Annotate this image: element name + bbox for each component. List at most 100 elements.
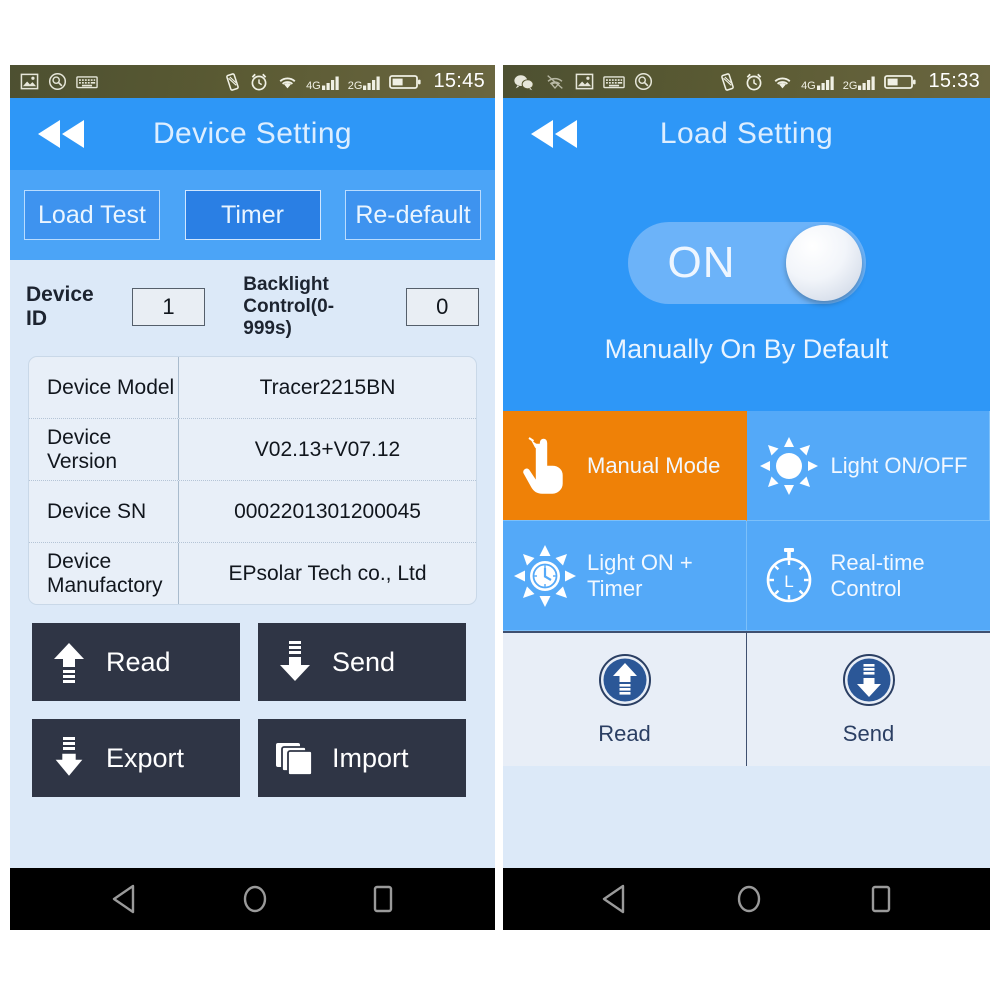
info-value: EPsolar Tech co., Ltd: [228, 561, 427, 585]
left-phone-screen: 4G 2G 15:45 Device Setting Load Test Tim…: [10, 65, 495, 930]
sun-clock-icon: [503, 544, 587, 608]
right-title-bar: Load Setting: [503, 98, 990, 170]
read-button-label: Read: [106, 646, 171, 677]
vibrate-icon: [721, 72, 734, 91]
circle-arrow-up-icon: [597, 652, 653, 713]
signal-4g-icon: 4G: [306, 73, 341, 91]
device-id-input[interactable]: 1: [131, 288, 206, 326]
image-icon: [575, 73, 594, 90]
left-status-time: 15:45: [433, 70, 485, 92]
rewind-back-icon[interactable]: [36, 117, 88, 151]
left-status-bar: 4G 2G 15:45: [10, 65, 495, 98]
right-status-left-icons: [513, 72, 718, 91]
action-button-grid: Read Send Export Import: [10, 605, 495, 797]
right-phone-screen: 4G 2G 15:33 Load Setting ON Manually On …: [503, 65, 990, 930]
arrow-up-read-icon: [32, 640, 106, 684]
tab-timer[interactable]: Timer: [184, 190, 321, 240]
send-action[interactable]: Send: [747, 633, 990, 766]
send-button-label: Send: [332, 646, 396, 677]
right-nav-bar: [503, 868, 990, 930]
arrow-down-send-icon: [258, 640, 332, 684]
tab-re-default[interactable]: Re-default: [345, 190, 481, 240]
read-button[interactable]: Read: [32, 623, 240, 701]
arrow-down-export-icon: [32, 736, 106, 780]
copy-pages-import-icon: [258, 738, 332, 778]
read-action[interactable]: Read: [503, 633, 747, 766]
info-key: Device Version: [29, 419, 179, 480]
info-key: Device Manufactory: [29, 543, 179, 604]
info-value: V02.13+V07.12: [254, 437, 401, 461]
backlight-control-label: Backlight Control(0-999s): [243, 274, 381, 340]
signal-2g-label: 2G: [842, 79, 858, 92]
signal-4g-label: 4G: [801, 79, 816, 92]
signal-4g-icon: 4G: [801, 73, 836, 91]
info-value: Tracer2215BN: [259, 375, 396, 399]
alarm-icon: [251, 73, 267, 90]
read-action-label: Read: [598, 721, 651, 746]
table-row: Device SN 0002201301200045: [29, 481, 476, 543]
export-button[interactable]: Export: [32, 719, 240, 797]
sun-icon: [747, 435, 831, 497]
signal-2g-label: 2G: [347, 79, 363, 92]
battery-icon: [884, 74, 917, 89]
tile-manual-mode[interactable]: Manual Mode: [503, 411, 747, 521]
backlight-control-label-line1: Backlight: [243, 274, 329, 295]
device-setting-body: Device ID 1 Backlight Control(0-999s) 0 …: [10, 260, 495, 930]
device-info-table: Device Model Tracer2215BN Device Version…: [28, 356, 477, 605]
search-circle-icon: [48, 72, 67, 91]
screenshot-root: 4G 2G 15:45 Device Setting Load Test Tim…: [0, 0, 1000, 1000]
read-send-bar: Read Send: [503, 631, 990, 766]
signal-2g-icon: 2G: [348, 73, 383, 91]
wifi-icon: [279, 77, 296, 88]
wifi-icon: [774, 77, 791, 88]
rewind-back-icon[interactable]: [529, 117, 581, 151]
info-value: 0002201301200045: [234, 499, 421, 523]
mode-tile-grid: Manual Mode Light ON/OFF Light ON + Time…: [503, 411, 990, 631]
svg-text:L: L: [784, 572, 793, 591]
backlight-control-input[interactable]: 0: [405, 288, 479, 326]
home-circle-icon[interactable]: [240, 883, 270, 915]
recents-square-icon[interactable]: [370, 883, 396, 915]
import-button[interactable]: Import: [258, 719, 466, 797]
device-id-label: Device ID: [26, 283, 94, 330]
load-on-off-toggle[interactable]: ON: [627, 222, 866, 304]
stopwatch-icon: L: [747, 545, 831, 607]
tile-label: Manual Mode: [587, 452, 721, 478]
hand-tap-icon: [503, 435, 587, 497]
load-toggle-section: ON Manually On By Default: [503, 170, 990, 411]
battery-icon: [389, 74, 422, 89]
send-button[interactable]: Send: [258, 623, 466, 701]
table-row: Device Version V02.13+V07.12: [29, 419, 476, 481]
tile-light-on-off[interactable]: Light ON/OFF: [746, 411, 990, 521]
keyboard-icon: [76, 75, 98, 88]
recents-square-icon[interactable]: [868, 883, 894, 915]
tile-real-time-control[interactable]: L Real-time Control: [746, 521, 990, 631]
device-id-row: Device ID 1 Backlight Control(0-999s) 0: [10, 260, 495, 350]
tile-label: Light ON/OFF: [830, 452, 968, 478]
toggle-subtitle: Manually On By Default: [604, 334, 889, 364]
tab-load-test[interactable]: Load Test: [24, 190, 160, 240]
left-status-right-icons: 4G 2G 15:45: [223, 70, 485, 93]
right-status-bar: 4G 2G 15:33: [503, 65, 990, 98]
tile-label: Real-time Control: [830, 549, 925, 601]
back-triangle-icon[interactable]: [600, 883, 630, 915]
send-action-label: Send: [842, 721, 895, 746]
vibrate-icon: [226, 72, 239, 91]
left-status-left-icons: [20, 72, 223, 91]
table-row: Device Model Tracer2215BN: [29, 357, 476, 419]
signal-4g-label: 4G: [306, 79, 321, 92]
back-triangle-icon[interactable]: [110, 883, 140, 915]
right-status-right-icons: 4G 2G 15:33: [718, 70, 980, 93]
home-circle-icon[interactable]: [734, 883, 764, 915]
toggle-knob[interactable]: [785, 225, 862, 301]
tile-light-on-timer[interactable]: Light ON + Timer: [503, 521, 747, 631]
left-title-bar: Device Setting: [10, 98, 495, 170]
info-key: Device SN: [29, 481, 179, 542]
table-row: Device Manufactory EPsolar Tech co., Ltd: [29, 543, 476, 604]
export-button-label: Export: [106, 742, 185, 773]
tab-bar: Load Test Timer Re-default: [10, 170, 495, 260]
left-nav-bar: [10, 868, 495, 930]
wifi-off-icon: [547, 74, 563, 89]
tile-label: Light ON + Timer: [587, 549, 693, 601]
search-circle-icon: [634, 72, 653, 91]
